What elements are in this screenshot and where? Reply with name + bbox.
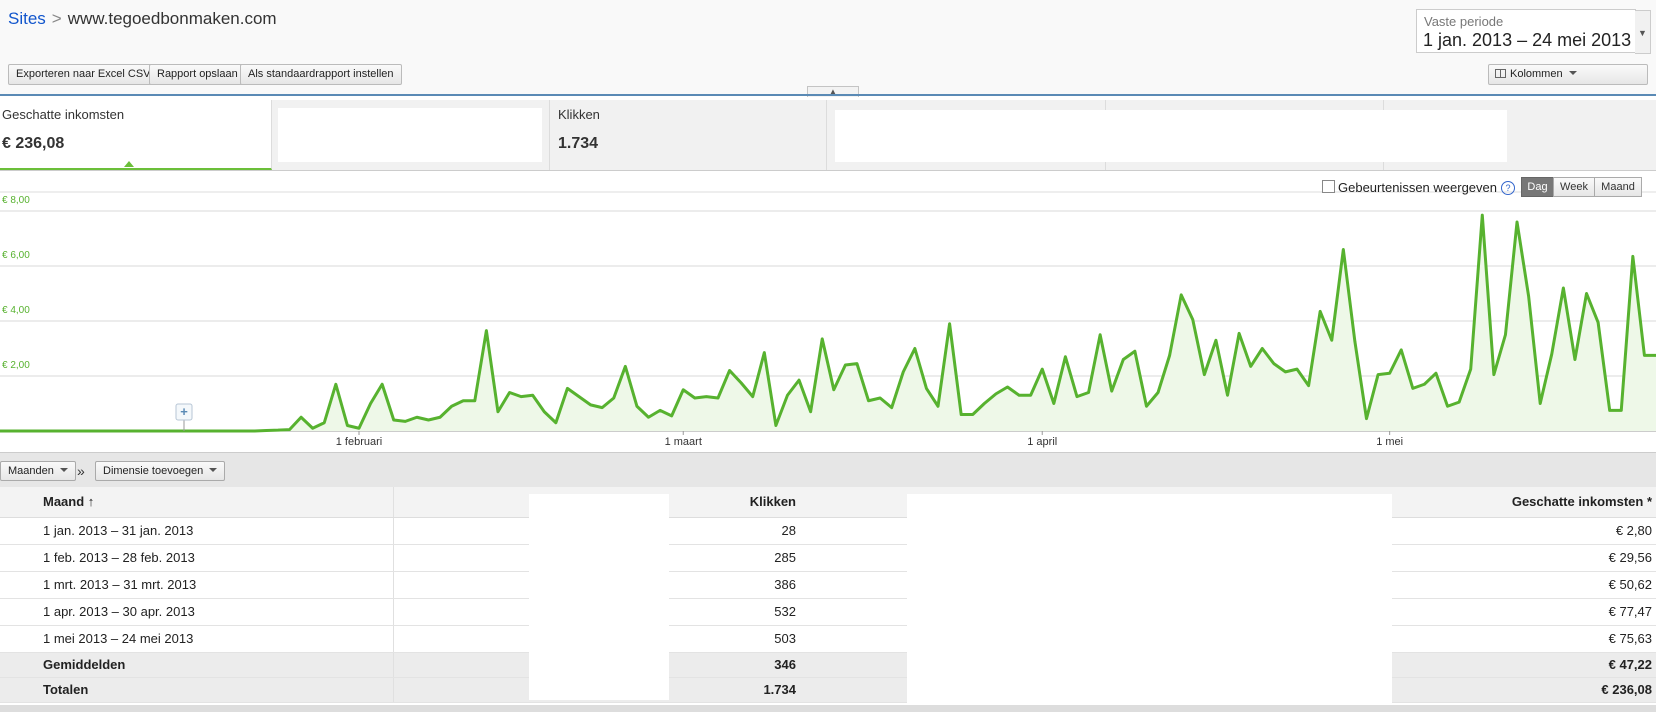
date-range-label: Vaste periode	[1424, 14, 1504, 29]
months-label: Maanden	[8, 465, 54, 477]
table-row: 1 jan. 2013 – 31 jan. 2013 28 € 2,80	[0, 517, 1656, 545]
x-tick-label: 1 mei	[1376, 436, 1403, 448]
dropdown-arrow-icon[interactable]: ▼	[1635, 10, 1651, 54]
date-range-picker[interactable]: Vaste periode 1 jan. 2013 – 24 mei 2013 …	[1416, 9, 1651, 54]
set-default-report-button[interactable]: Als standaardrapport instellen	[240, 64, 402, 85]
report-header: Sites > www.tegoedbonmaken.com Vaste perio…	[0, 0, 1656, 97]
columns-label: Kolommen	[1510, 68, 1563, 80]
chevron-down-icon	[209, 468, 218, 472]
active-indicator-icon	[124, 161, 134, 167]
column-header-clicks[interactable]: Klikken	[669, 487, 800, 518]
cell-summary-label: Totalen	[0, 677, 394, 703]
redaction-mask	[907, 494, 1392, 706]
breadcrumb-sites-link[interactable]: Sites	[8, 9, 46, 28]
granularity-day-button[interactable]: Dag	[1521, 177, 1554, 197]
save-report-button[interactable]: Rapport opslaan	[149, 64, 246, 85]
table-toolbar: Maanden » Dimensie toevoegen	[0, 452, 1656, 487]
series-area-fill	[0, 215, 1656, 431]
add-dimension-label: Dimensie toevoegen	[103, 465, 204, 477]
chevron-down-icon	[1568, 71, 1577, 75]
cell-empty	[393, 625, 529, 653]
table-footer-bar	[0, 705, 1656, 712]
cell-clicks: 532	[669, 598, 800, 626]
income-chart: € 2,00 € 4,00 € 6,00 € 8,00 1 februari 1 maar…	[0, 191, 1656, 448]
breadcrumb-site-name: www.tegoedbonmaken.com	[67, 9, 277, 28]
months-dropdown[interactable]: Maanden	[0, 461, 76, 481]
events-toggle[interactable]: Gebeurtenissen weergeven?	[1322, 180, 1515, 195]
cell-month: 1 apr. 2013 – 30 apr. 2013	[0, 598, 394, 626]
x-tick-label: 1 april	[1027, 436, 1057, 448]
help-icon[interactable]: ?	[1501, 181, 1515, 195]
x-tick-label: 1 maart	[665, 436, 702, 448]
cell-clicks: 346	[669, 652, 800, 678]
scorecard-clicks[interactable]: Klikken 1.734	[550, 100, 827, 170]
table-header-row: Maand ↑ Klikken Geschatte inkomsten *	[0, 487, 1656, 518]
metric-scorecards: Geschatte inkomsten € 236,08 Klikken 1.7…	[0, 100, 1656, 171]
cell-month: 1 jan. 2013 – 31 jan. 2013	[0, 517, 394, 545]
columns-grid-icon	[1495, 69, 1506, 78]
cell-clicks: 285	[669, 544, 800, 572]
scorecard-title: Klikken	[558, 107, 600, 122]
scorecard-estimated-income[interactable]: Geschatte inkomsten € 236,08	[0, 100, 272, 170]
granularity-week-button[interactable]: Week	[1553, 177, 1595, 197]
plus-icon: +	[180, 404, 188, 419]
redaction-mask	[835, 110, 1507, 162]
cell-month: 1 mrt. 2013 – 31 mrt. 2013	[0, 571, 394, 599]
scorecard-value: 1.734	[558, 135, 599, 152]
cell-empty	[393, 652, 529, 678]
dimension-separator: »	[77, 463, 85, 479]
table-row: 1 mrt. 2013 – 31 mrt. 2013 386 € 50,62	[0, 571, 1656, 599]
sort-ascending-icon: ↑	[87, 494, 95, 510]
cell-empty	[393, 517, 529, 545]
table-row: 1 feb. 2013 – 28 feb. 2013 285 € 29,56	[0, 544, 1656, 572]
breadcrumb-separator: >	[51, 9, 62, 28]
cell-month: 1 feb. 2013 – 28 feb. 2013	[0, 544, 394, 572]
events-checkbox[interactable]	[1322, 180, 1335, 193]
add-dimension-dropdown[interactable]: Dimensie toevoegen	[95, 461, 226, 481]
cell-empty	[393, 598, 529, 626]
column-header-redacted	[393, 487, 529, 518]
x-tick-label: 1 februari	[336, 436, 382, 448]
cell-empty	[393, 677, 529, 703]
chart-panel: € 2,00 € 4,00 € 6,00 € 8,00 1 februari 1 maar…	[0, 171, 1656, 452]
scorecard-value: € 236,08	[2, 135, 65, 152]
y-tick-label: € 4,00	[2, 305, 30, 316]
table-row: 1 mei 2013 – 24 mei 2013 503 € 75,63	[0, 625, 1656, 653]
cell-empty	[393, 571, 529, 599]
cell-month: 1 mei 2013 – 24 mei 2013	[0, 625, 394, 653]
totals-row: Totalen 1.734 € 236,08	[0, 677, 1656, 703]
cell-clicks: 28	[669, 517, 800, 545]
scorecard-title: Geschatte inkomsten	[2, 107, 125, 122]
cell-clicks: 386	[669, 571, 800, 599]
y-tick-label: € 6,00	[2, 250, 30, 261]
header-divider	[0, 94, 1656, 96]
averages-row: Gemiddelden 346 € 47,22	[0, 652, 1656, 678]
columns-button[interactable]: Kolommen	[1488, 64, 1648, 85]
cell-clicks: 503	[669, 625, 800, 653]
cell-summary-label: Gemiddelden	[0, 652, 394, 678]
chevron-down-icon	[59, 468, 68, 472]
report-table: Maand ↑ Klikken Geschatte inkomsten * 1 …	[0, 487, 1656, 703]
cell-empty	[393, 544, 529, 572]
export-csv-button[interactable]: Exporteren naar Excel CSV	[8, 64, 159, 85]
date-range-value: 1 jan. 2013 – 24 mei 2013	[1423, 30, 1632, 50]
events-label: Gebeurtenissen weergeven	[1338, 180, 1497, 195]
redaction-mask	[278, 108, 542, 162]
redaction-mask	[529, 494, 669, 700]
table-row: 1 apr. 2013 – 30 apr. 2013 532 € 77,47	[0, 598, 1656, 626]
column-header-month[interactable]: Maand ↑	[0, 487, 394, 518]
y-tick-label: € 2,00	[2, 360, 30, 371]
cell-clicks: 1.734	[669, 677, 800, 703]
y-tick-label: € 8,00	[2, 195, 30, 206]
breadcrumb: Sites > www.tegoedbonmaken.com	[8, 9, 277, 29]
granularity-month-button[interactable]: Maand	[1594, 177, 1642, 197]
